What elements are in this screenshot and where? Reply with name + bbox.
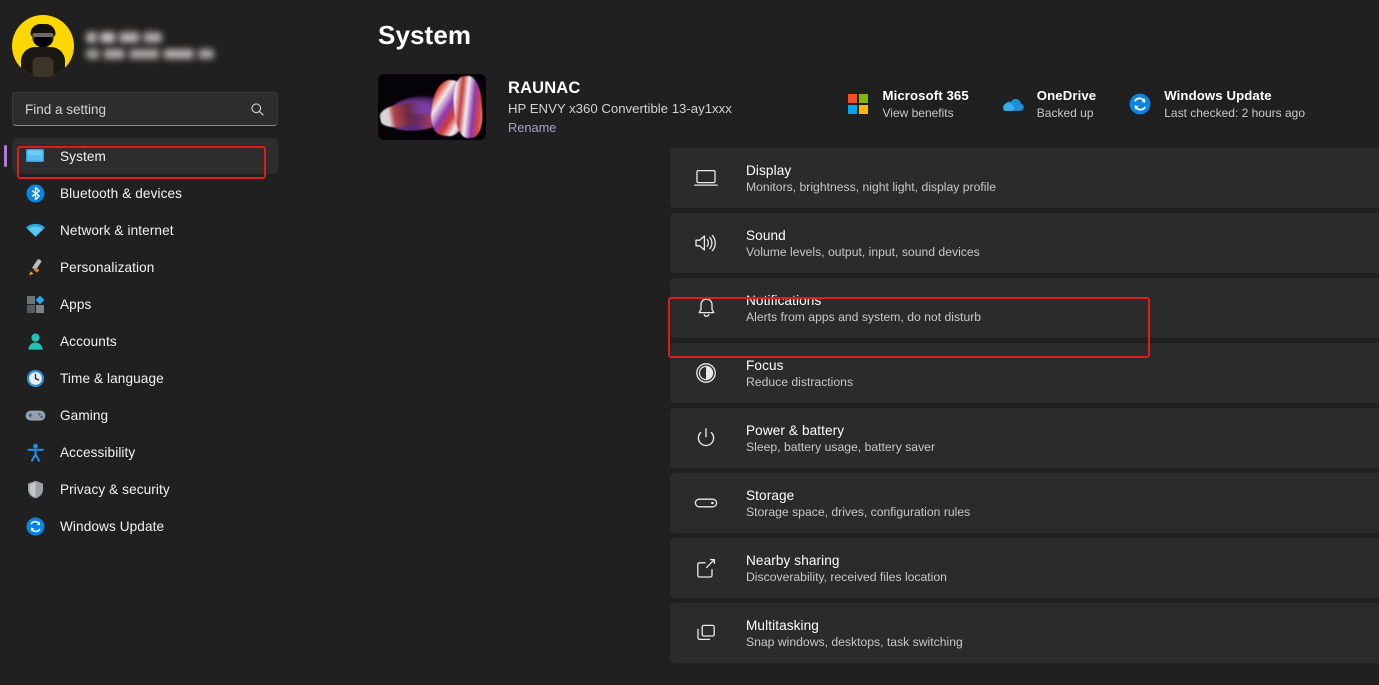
settings-row-subtitle: Sleep, battery usage, battery saver	[746, 439, 936, 454]
focus-icon	[694, 361, 718, 385]
sidebar-item-label: Privacy & security	[60, 481, 170, 497]
status-card-title: OneDrive	[1036, 88, 1097, 103]
sidebar-item-accounts[interactable]: Accounts	[12, 323, 278, 359]
settings-row-display[interactable]: Display Monitors, brightness, night ligh…	[670, 148, 1379, 208]
microsoft-logo-icon	[846, 92, 870, 116]
status-card-windows-update[interactable]: Windows Update Last checked: 2 hours ago	[1128, 88, 1305, 120]
sidebar: System Bluetooth & devices	[0, 0, 290, 685]
sidebar-item-label: Bluetooth & devices	[60, 185, 183, 201]
monitor-icon	[694, 166, 718, 190]
device-model: HP ENVY x360 Convertible 13-ay1xxx	[508, 101, 732, 116]
onedrive-cloud-icon	[1001, 92, 1025, 116]
settings-row-title: Multitasking	[746, 617, 819, 633]
speaker-icon	[694, 231, 718, 255]
status-card-subtitle: Last checked: 2 hours ago	[1164, 106, 1305, 120]
settings-row-subtitle: Reduce distractions	[746, 374, 854, 389]
settings-window: System Bluetooth & devices	[0, 0, 1379, 685]
settings-row-subtitle: Monitors, brightness, night light, displ…	[746, 179, 996, 194]
settings-row-nearby-sharing[interactable]: Nearby sharing Discoverability, received…	[670, 538, 1379, 598]
system-icon	[24, 146, 46, 166]
sidebar-item-gaming[interactable]: Gaming	[12, 397, 278, 433]
sidebar-item-network-internet[interactable]: Network & internet	[12, 212, 278, 248]
page-title: System	[378, 20, 472, 50]
settings-row-notifications[interactable]: Notifications Alerts from apps and syste…	[670, 278, 1379, 338]
sidebar-item-accessibility[interactable]: Accessibility	[12, 434, 278, 470]
settings-row-storage[interactable]: Storage Storage space, drives, configura…	[670, 473, 1379, 533]
settings-row-subtitle: Volume levels, output, input, sound devi…	[746, 244, 980, 259]
multitasking-icon	[694, 621, 718, 645]
user-name-redacted	[86, 31, 162, 43]
sidebar-item-label: Time & language	[60, 370, 164, 386]
user-email-redacted	[86, 48, 214, 59]
rename-link[interactable]: Rename	[508, 120, 732, 135]
status-card-title: Windows Update	[1164, 88, 1272, 103]
power-icon	[694, 426, 718, 450]
sidebar-nav: System Bluetooth & devices Network & int…	[0, 138, 290, 544]
status-cards: Microsoft 365 View benefits OneDrive Bac…	[846, 88, 1305, 120]
status-card-subtitle: Backed up	[1036, 106, 1094, 120]
sidebar-item-bluetooth-devices[interactable]: Bluetooth & devices	[12, 175, 278, 211]
search-icon	[251, 102, 264, 116]
settings-row-title: Sound	[746, 227, 786, 243]
wifi-icon	[24, 220, 46, 240]
profile-text	[86, 28, 214, 65]
settings-list: Display Monitors, brightness, night ligh…	[290, 148, 1379, 663]
status-card-microsoft-365[interactable]: Microsoft 365 View benefits	[846, 88, 969, 120]
settings-row-title: Notifications	[746, 292, 822, 308]
sidebar-item-label: Accounts	[60, 333, 117, 349]
sidebar-item-label: System	[60, 148, 106, 164]
settings-row-multitasking[interactable]: Multitasking Snap windows, desktops, tas…	[670, 603, 1379, 663]
device-info: RAUNAC HP ENVY x360 Convertible 13-ay1xx…	[508, 79, 732, 135]
bell-icon	[694, 296, 718, 320]
gamepad-icon	[24, 405, 46, 425]
accessibility-icon	[24, 442, 46, 462]
sidebar-item-windows-update[interactable]: Windows Update	[12, 508, 278, 544]
search-box[interactable]	[12, 92, 278, 126]
device-thumbnail	[378, 74, 486, 140]
apps-grid-icon	[24, 294, 46, 314]
settings-row-power-battery[interactable]: Power & battery Sleep, battery usage, ba…	[670, 408, 1379, 468]
status-card-onedrive[interactable]: OneDrive Backed up	[1001, 88, 1096, 120]
status-card-subtitle: View benefits	[882, 106, 954, 120]
settings-row-subtitle: Discoverability, received files location	[746, 569, 947, 584]
sidebar-item-time-language[interactable]: Time & language	[12, 360, 278, 396]
clock-icon	[24, 368, 46, 388]
sidebar-item-label: Network & internet	[60, 222, 174, 238]
bluetooth-icon	[24, 183, 46, 203]
storage-drive-icon	[694, 491, 718, 515]
paintbrush-icon	[24, 257, 46, 277]
sidebar-item-label: Personalization	[60, 259, 155, 275]
sidebar-item-label: Windows Update	[60, 518, 165, 534]
sidebar-item-apps[interactable]: Apps	[12, 286, 278, 322]
sidebar-item-label: Apps	[60, 296, 92, 312]
avatar[interactable]	[12, 15, 74, 77]
settings-row-subtitle: Snap windows, desktops, task switching	[746, 634, 963, 649]
search-input[interactable]	[25, 101, 250, 117]
device-name: RAUNAC	[508, 79, 581, 97]
settings-row-focus[interactable]: Focus Reduce distractions	[670, 343, 1379, 403]
main-content: System RAUNAC HP ENVY x360 Convertible 1…	[290, 0, 1379, 685]
settings-row-title: Display	[746, 162, 792, 178]
user-profile[interactable]	[0, 0, 290, 78]
settings-row-subtitle: Alerts from apps and system, do not dist…	[746, 309, 982, 324]
settings-row-title: Storage	[746, 487, 795, 503]
sidebar-item-label: Gaming	[60, 407, 109, 423]
settings-row-sound[interactable]: Sound Volume levels, output, input, soun…	[670, 213, 1379, 273]
settings-row-title: Nearby sharing	[746, 552, 840, 568]
share-icon	[694, 556, 718, 580]
sidebar-item-personalization[interactable]: Personalization	[12, 249, 278, 285]
sidebar-item-label: Accessibility	[60, 444, 136, 460]
sidebar-item-system[interactable]: System	[4, 138, 278, 174]
search-container	[0, 92, 290, 126]
status-card-title: Microsoft 365	[882, 88, 969, 103]
update-refresh-icon	[1128, 92, 1152, 116]
settings-row-title: Power & battery	[746, 422, 845, 438]
update-icon	[24, 516, 46, 536]
shield-icon	[24, 479, 46, 499]
settings-row-subtitle: Storage space, drives, configuration rul…	[746, 504, 971, 519]
person-icon	[24, 331, 46, 351]
settings-row-title: Focus	[746, 357, 784, 373]
sidebar-item-privacy-security[interactable]: Privacy & security	[12, 471, 278, 507]
